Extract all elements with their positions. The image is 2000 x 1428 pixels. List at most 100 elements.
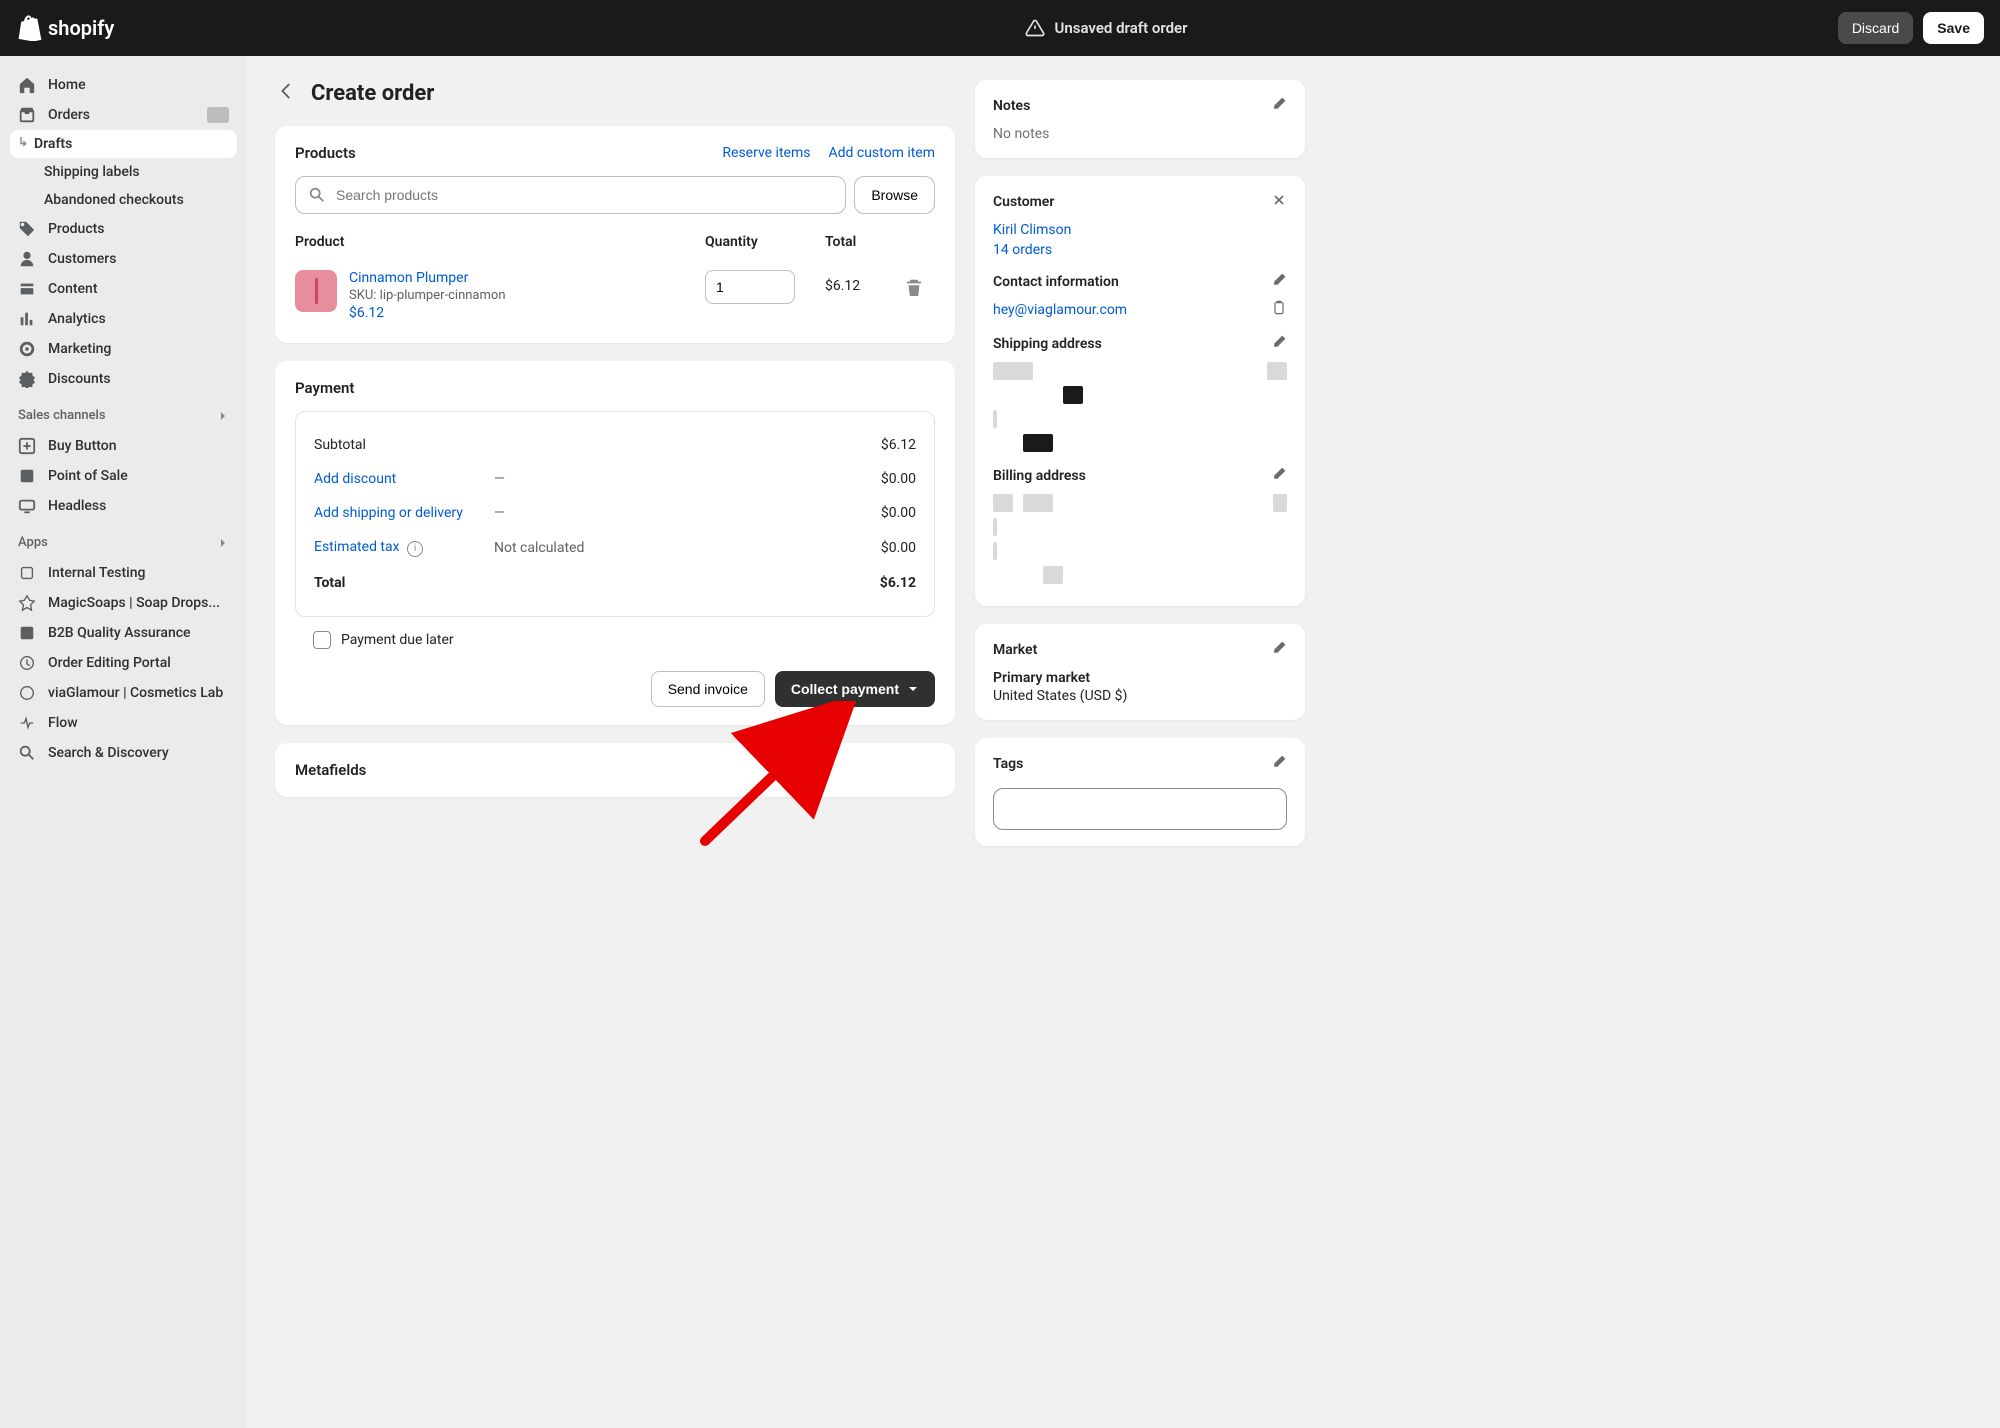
discount-mid: — <box>494 471 881 487</box>
product-row-total: $6.12 <box>825 270 905 294</box>
due-later-checkbox[interactable] <box>313 631 331 649</box>
nav-orders[interactable]: Orders <box>0 100 247 130</box>
person-icon <box>18 250 36 268</box>
notes-title: Notes <box>993 98 1030 114</box>
quantity-input[interactable] <box>705 270 795 304</box>
collect-payment-button[interactable]: Collect payment <box>775 671 935 707</box>
copy-email-button[interactable] <box>1271 300 1287 320</box>
nav-pos[interactable]: Point of Sale <box>0 461 247 491</box>
back-button[interactable] <box>275 80 297 106</box>
nav-label: MagicSoaps | Soap Drops... <box>48 595 220 611</box>
content-icon <box>18 280 36 298</box>
product-name-link[interactable]: Cinnamon Plumper <box>349 270 705 286</box>
search-icon <box>308 186 326 204</box>
nav-drafts[interactable]: Drafts <box>10 130 237 158</box>
product-price-link[interactable]: $6.12 <box>349 305 705 321</box>
edit-shipping-button[interactable] <box>1271 334 1287 354</box>
remove-product-button[interactable] <box>905 270 935 300</box>
tax-mid: Not calculated <box>494 540 881 556</box>
edit-tags-button[interactable] <box>1271 754 1287 774</box>
tags-input[interactable] <box>993 788 1287 830</box>
nav-products[interactable]: Products <box>0 214 247 244</box>
nav-section-apps[interactable]: Apps <box>0 521 247 558</box>
total-label: Total <box>314 575 494 591</box>
metafields-title: Metafields <box>295 761 935 779</box>
products-table-header: Product Quantity Total <box>295 230 935 262</box>
col-total: Total <box>825 234 905 250</box>
orders-badge <box>207 107 229 123</box>
estimated-tax-link[interactable]: Estimated tax <box>314 539 400 555</box>
add-shipping-link[interactable]: Add shipping or delivery <box>314 505 463 521</box>
nav-label: Orders <box>48 107 90 123</box>
add-discount-link[interactable]: Add discount <box>314 471 396 487</box>
col-product: Product <box>295 234 705 250</box>
nav-app-flow[interactable]: Flow <box>0 708 247 738</box>
chevron-right-icon <box>217 410 229 422</box>
discount-icon <box>18 370 36 388</box>
topbar: shopify Unsaved draft order Discard Save <box>0 0 2000 56</box>
discard-button[interactable]: Discard <box>1838 12 1913 44</box>
edit-notes-button[interactable] <box>1271 96 1287 116</box>
payment-actions: Send invoice Collect payment <box>295 671 935 707</box>
nav-headless[interactable]: Headless <box>0 491 247 521</box>
nav-app-internal[interactable]: Internal Testing <box>0 558 247 588</box>
nav-app-magicsoaps[interactable]: MagicSoaps | Soap Drops... <box>0 588 247 618</box>
nav-label: Content <box>48 281 98 297</box>
plus-square-icon <box>18 437 36 455</box>
inbox-icon <box>18 106 36 124</box>
tags-title: Tags <box>993 756 1023 772</box>
nav-home[interactable]: Home <box>0 70 247 100</box>
nav-app-order-editing[interactable]: Order Editing Portal <box>0 648 247 678</box>
shopify-logo[interactable]: shopify <box>16 15 114 41</box>
due-later-label: Payment due later <box>341 632 454 648</box>
add-custom-item-link[interactable]: Add custom item <box>828 145 935 161</box>
edit-contact-button[interactable] <box>1271 272 1287 292</box>
nav-analytics[interactable]: Analytics <box>0 304 247 334</box>
customer-name-link[interactable]: Kiril Climson <box>993 222 1287 238</box>
home-icon <box>18 76 36 94</box>
billing-address-redacted <box>993 494 1287 584</box>
product-row: Cinnamon Plumper SKU: lip-plumper-cinnam… <box>295 262 935 325</box>
nav-label: Buy Button <box>48 438 117 454</box>
nav-marketing[interactable]: Marketing <box>0 334 247 364</box>
edit-market-button[interactable] <box>1271 640 1287 660</box>
nav-app-b2b[interactable]: B2B Quality Assurance <box>0 618 247 648</box>
app-icon <box>18 624 36 642</box>
app-icon <box>18 564 36 582</box>
search-input-field[interactable] <box>336 187 833 203</box>
nav-label: Marketing <box>48 341 111 357</box>
browse-button[interactable]: Browse <box>854 176 935 214</box>
product-thumbnail[interactable] <box>295 270 337 312</box>
nav-customers[interactable]: Customers <box>0 244 247 274</box>
edit-billing-button[interactable] <box>1271 466 1287 486</box>
section-label: Sales channels <box>18 408 106 423</box>
send-invoice-button[interactable]: Send invoice <box>651 671 765 707</box>
brand-text: shopify <box>48 16 114 40</box>
product-search[interactable] <box>295 176 846 214</box>
metafields-card: Metafields <box>275 743 955 797</box>
nav-app-search[interactable]: Search & Discovery <box>0 738 247 768</box>
nav-abandoned[interactable]: Abandoned checkouts <box>0 186 247 214</box>
topbar-actions: Discard Save <box>1838 12 1984 44</box>
close-icon <box>1271 192 1287 208</box>
main-content: Create order Products Reserve items Add … <box>247 56 2000 1428</box>
market-title: Market <box>993 642 1037 658</box>
tax-value: $0.00 <box>881 540 916 556</box>
nav-section-channels[interactable]: Sales channels <box>0 394 247 431</box>
customer-email-link[interactable]: hey@viaglamour.com <box>993 302 1127 318</box>
nav-app-viaglamour[interactable]: viaGlamour | Cosmetics Lab <box>0 678 247 708</box>
nav-content[interactable]: Content <box>0 274 247 304</box>
reserve-items-link[interactable]: Reserve items <box>722 145 810 161</box>
nav-buy-button[interactable]: Buy Button <box>0 431 247 461</box>
nav-shipping-labels[interactable]: Shipping labels <box>0 158 247 186</box>
nav-label: B2B Quality Assurance <box>48 625 191 641</box>
tag-icon <box>18 220 36 238</box>
page-title: Create order <box>311 81 434 106</box>
nav-label: Flow <box>48 715 78 731</box>
save-button[interactable]: Save <box>1923 12 1984 44</box>
info-icon[interactable]: i <box>407 541 423 557</box>
unsaved-text: Unsaved draft order <box>1055 19 1188 37</box>
customer-orders-link[interactable]: 14 orders <box>993 242 1287 258</box>
remove-customer-button[interactable] <box>1271 192 1287 212</box>
nav-discounts[interactable]: Discounts <box>0 364 247 394</box>
